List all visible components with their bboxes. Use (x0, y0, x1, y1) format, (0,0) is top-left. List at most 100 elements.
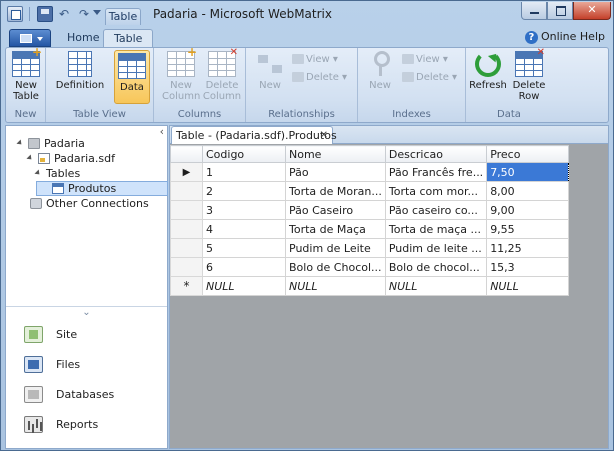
maximize-button[interactable] (547, 2, 573, 20)
current-row-indicator[interactable]: ▶ (170, 162, 203, 182)
table-row[interactable]: 5 Pudim de Leite Pudim de leite ... 11,2… (170, 238, 570, 258)
workspace-label: Databases (56, 388, 115, 401)
app-icon[interactable] (7, 6, 23, 22)
delete-row-button[interactable]: Delete Row (510, 47, 548, 102)
cell-codigo[interactable]: 4 (202, 219, 286, 239)
file-menu-button[interactable] (9, 29, 51, 47)
cell-null[interactable]: NULL (202, 276, 286, 296)
column-header-nome[interactable]: Nome (285, 145, 386, 163)
row-selector[interactable] (170, 200, 203, 220)
grid-header-row: Codigo Nome Descricao Preco (170, 145, 570, 163)
new-column-button[interactable]: New Column (162, 47, 200, 102)
table-row[interactable]: ▶ 1 Pão Pão Francês fre... 7,50 (170, 162, 570, 182)
row-selector[interactable] (170, 181, 203, 201)
tab-table[interactable]: Table (103, 29, 154, 47)
minimize-button[interactable] (521, 2, 547, 20)
workspace-label: Site (56, 328, 78, 341)
cell-preco[interactable]: 9,55 (486, 219, 570, 239)
row-selector[interactable] (170, 219, 203, 239)
cell-nome[interactable]: Pão Caseiro (285, 200, 386, 220)
chevron-down-icon (37, 37, 43, 41)
cell-preco[interactable]: 15,3 (486, 257, 570, 277)
close-button[interactable] (573, 2, 611, 20)
document-tab-strip: Table - (Padaria.sdf).Produtos ✕ (170, 126, 608, 144)
cell-descricao[interactable]: Pudim de leite ... (384, 238, 488, 258)
tree-item-other-connections[interactable]: Other Connections (6, 196, 167, 211)
cell-descricao[interactable]: Torta de maça ... (384, 219, 488, 239)
row-selector[interactable] (170, 238, 203, 258)
cell-preco-selected[interactable]: 7,50 (486, 162, 570, 182)
tree-item-padaria-sdf[interactable]: Padaria.sdf (6, 151, 167, 166)
delete-row-label: Delete Row (512, 80, 546, 102)
expand-icon[interactable] (16, 139, 24, 147)
column-header-descricao[interactable]: Descricao (384, 145, 488, 163)
cell-codigo[interactable]: 6 (202, 257, 286, 277)
tree-item-produtos[interactable]: Produtos (6, 181, 168, 196)
ribbon-group-relationships: New View ▾ Delete ▾ Relationships (246, 48, 358, 122)
quick-access-dropdown-icon[interactable] (93, 10, 101, 15)
row-selector[interactable] (170, 257, 203, 277)
connections-icon (30, 198, 42, 209)
document-area: Table - (Padaria.sdf).Produtos ✕ Codigo … (169, 125, 609, 449)
workspace-reports[interactable]: Reports (6, 410, 167, 440)
cell-descricao[interactable]: Pão caseiro co... (384, 200, 488, 220)
cell-codigo[interactable]: 3 (202, 200, 286, 220)
cell-nome[interactable]: Torta de Maça (285, 219, 386, 239)
definition-button[interactable]: Definition (52, 51, 108, 91)
cell-preco[interactable]: 11,25 (486, 238, 570, 258)
new-relationship-button[interactable]: New (252, 51, 288, 91)
column-header-codigo[interactable]: Codigo (202, 145, 286, 163)
key-icon (366, 51, 394, 77)
workspace-databases[interactable]: Databases (6, 380, 167, 410)
data-view-button[interactable]: Data (114, 50, 150, 104)
workspace-files[interactable]: Files (6, 350, 167, 380)
select-all-cell[interactable] (170, 145, 203, 163)
cell-descricao[interactable]: Pão Francês fre... (384, 162, 488, 182)
table-row[interactable]: 4 Torta de Maça Torta de maça ... 9,55 (170, 219, 570, 239)
cell-null[interactable]: NULL (486, 276, 570, 296)
delete-index-button[interactable]: Delete ▾ (402, 72, 457, 83)
cell-nome[interactable]: Bolo de Chocol... (285, 257, 386, 277)
new-row[interactable]: * NULL NULL NULL NULL (170, 276, 570, 296)
document-tab[interactable]: Table - (Padaria.sdf).Produtos ✕ (171, 126, 337, 144)
column-header-preco[interactable]: Preco (486, 145, 570, 163)
cell-preco[interactable]: 9,00 (486, 200, 570, 220)
new-index-button[interactable]: New (362, 51, 398, 91)
table-row[interactable]: 2 Torta de Moran... Torta com mor... 8,0… (170, 181, 570, 201)
cell-codigo[interactable]: 5 (202, 238, 286, 258)
tree-item-tables[interactable]: Tables (6, 166, 167, 181)
cell-null[interactable]: NULL (285, 276, 386, 296)
view-index-button[interactable]: View ▾ (402, 54, 448, 65)
view-relationship-button[interactable]: View ▾ (292, 54, 338, 65)
cell-nome[interactable]: Torta de Moran... (285, 181, 386, 201)
cell-preco[interactable]: 8,00 (486, 181, 570, 201)
delete-relationship-button[interactable]: Delete ▾ (292, 72, 347, 83)
cell-descricao[interactable]: Bolo de chocol... (384, 257, 488, 277)
tree-item-padaria[interactable]: Padaria (6, 136, 167, 151)
delete-column-button[interactable]: Delete Column (202, 47, 242, 102)
refresh-button[interactable]: Refresh (468, 51, 508, 91)
pane-splitter[interactable]: ⌄ (6, 306, 167, 320)
title-bar: ↶ ↷ Table Padaria - Microsoft WebMatrix (1, 1, 613, 27)
expand-icon[interactable] (34, 169, 42, 177)
online-help-link[interactable]: ? Online Help (524, 30, 605, 44)
table-row[interactable]: 3 Pão Caseiro Pão caseiro co... 9,00 (170, 200, 570, 220)
workspace-site[interactable]: Site (6, 320, 167, 350)
cell-nome[interactable]: Pão (285, 162, 386, 182)
redo-icon[interactable]: ↷ (77, 6, 91, 22)
context-tab-label: Table (105, 8, 141, 25)
save-icon[interactable] (37, 6, 53, 22)
tab-home[interactable]: Home (57, 29, 109, 47)
expand-icon[interactable] (26, 154, 34, 162)
cell-codigo[interactable]: 1 (202, 162, 286, 182)
new-table-button[interactable]: New Table (10, 47, 42, 102)
close-tab-icon[interactable]: ✕ (320, 127, 328, 144)
cell-descricao[interactable]: Torta com mor... (384, 181, 488, 201)
cell-codigo[interactable]: 2 (202, 181, 286, 201)
undo-icon[interactable]: ↶ (57, 6, 71, 22)
table-row[interactable]: 6 Bolo de Chocol... Bolo de chocol... 15… (170, 257, 570, 277)
new-row-indicator[interactable]: * (170, 276, 203, 296)
cell-null[interactable]: NULL (384, 276, 488, 296)
database-file-icon (38, 153, 50, 164)
cell-nome[interactable]: Pudim de Leite (285, 238, 386, 258)
